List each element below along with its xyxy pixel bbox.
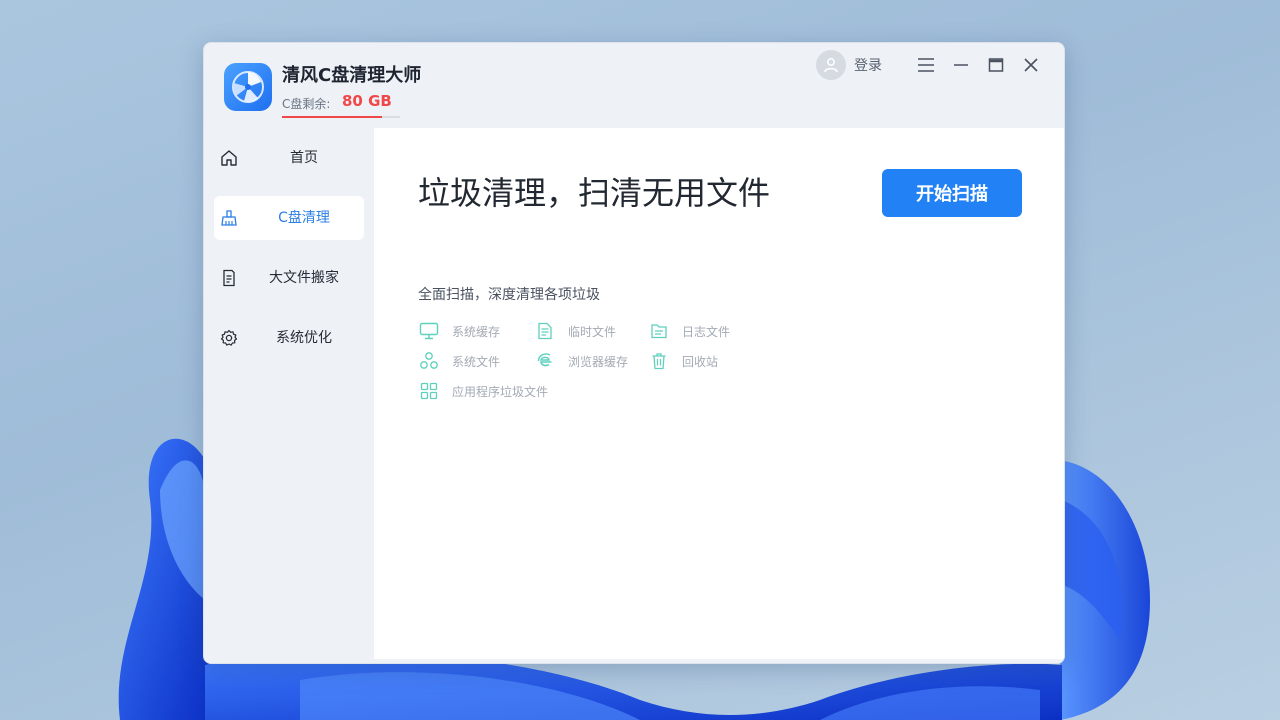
- user-avatar-icon[interactable]: [816, 50, 846, 80]
- home-icon: [218, 147, 240, 169]
- disk-free-value: 80 GB: [342, 92, 392, 110]
- main-panel: 垃圾清理，扫清无用文件 开始扫描 全面扫描，深度清理各项垃圾 系统缓存 临时文件: [374, 128, 1064, 659]
- category-system-files: 系统文件: [418, 350, 500, 372]
- title-bar-controls: 登录: [816, 47, 1044, 83]
- start-scan-button[interactable]: 开始扫描: [882, 169, 1022, 217]
- category-label: 系统缓存: [452, 324, 501, 339]
- sidebar-item-label: 大文件搬家: [269, 270, 339, 286]
- app-title: 清风C盘清理大师: [282, 65, 422, 86]
- category-system-cache: 系统缓存: [418, 320, 500, 342]
- category-app-junk: 应用程序垃圾文件: [418, 380, 548, 402]
- fan-logo-icon: [224, 63, 272, 111]
- category-recycle-bin: 回收站: [648, 350, 718, 372]
- apps-grid-icon: [418, 380, 440, 402]
- hamburger-menu-icon[interactable]: [913, 52, 939, 78]
- category-log-files: 日志文件: [648, 320, 730, 342]
- sidebar-item-home[interactable]: 首页: [214, 136, 364, 180]
- login-button[interactable]: 登录: [854, 55, 882, 75]
- scan-description: 全面扫描，深度清理各项垃圾: [418, 287, 600, 303]
- sidebar-item-label: C盘清理: [278, 210, 330, 226]
- disk-usage-fill: [282, 116, 383, 118]
- maximize-icon[interactable]: [983, 52, 1009, 78]
- nodes-icon: [418, 350, 440, 372]
- monitor-icon: [418, 320, 440, 342]
- category-browser-cache: 浏览器缓存: [534, 350, 628, 372]
- category-label: 日志文件: [682, 324, 731, 339]
- category-label: 应用程序垃圾文件: [452, 384, 549, 399]
- browser-icon: [534, 350, 556, 372]
- sidebar-item-label: 系统优化: [276, 330, 332, 346]
- sidebar-item-c-clean[interactable]: C盘清理: [214, 196, 364, 240]
- category-temp-files: 临时文件: [534, 320, 616, 342]
- minimize-icon[interactable]: [948, 52, 974, 78]
- sidebar-item-label: 首页: [290, 150, 318, 166]
- disk-free-label: C盘剩余:: [282, 97, 331, 111]
- trash-icon: [648, 350, 670, 372]
- gear-icon: [218, 327, 240, 349]
- sidebar-item-large-file-move[interactable]: 大文件搬家: [214, 256, 364, 300]
- sidebar-item-system-optimize[interactable]: 系统优化: [214, 316, 364, 360]
- category-label: 临时文件: [568, 324, 617, 339]
- scan-categories: 系统缓存 临时文件 日志文件 系统文件 浏览器缓存 回收站 应用程序垃圾文件: [418, 320, 818, 420]
- document-icon: [534, 320, 556, 342]
- sidebar: 首页 C盘清理 大文件搬家 系统优化: [204, 128, 374, 663]
- folder-log-icon: [648, 320, 670, 342]
- page-title: 垃圾清理，扫清无用文件: [418, 174, 771, 212]
- category-label: 回收站: [682, 354, 719, 369]
- app-window: 清风C盘清理大师 C盘剩余: 80 GB 登录 首页 C盘清理 大文件搬家 系统…: [203, 42, 1065, 664]
- broom-icon: [218, 207, 240, 229]
- category-label: 浏览器缓存: [568, 354, 629, 369]
- category-label: 系统文件: [452, 354, 501, 369]
- disk-usage-bar: [282, 116, 400, 118]
- close-icon[interactable]: [1018, 52, 1044, 78]
- file-move-icon: [218, 267, 240, 289]
